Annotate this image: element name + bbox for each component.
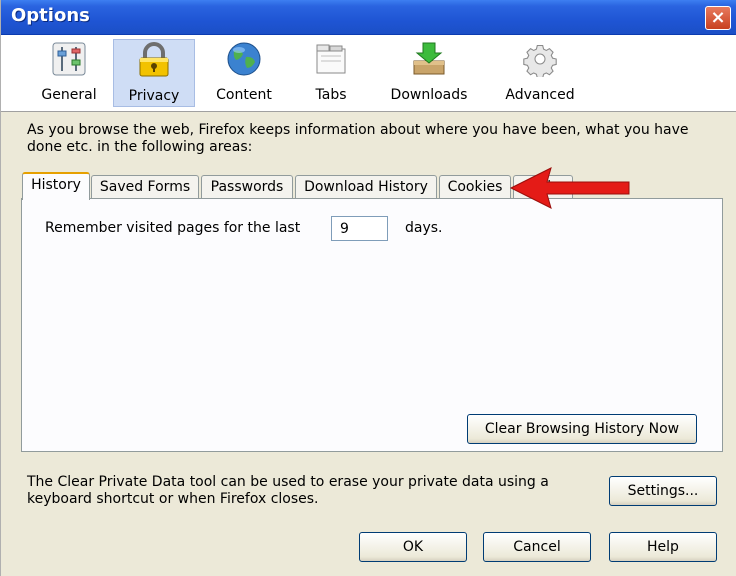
preferences-toolbar: General Privacy Content Tabs Downloads A… [1, 35, 736, 112]
padlock-icon [139, 42, 169, 77]
tab-saved-forms[interactable]: Saved Forms [91, 175, 199, 199]
sliders-icon [52, 42, 86, 76]
clear-browsing-history-button[interactable]: Clear Browsing History Now [467, 414, 697, 444]
history-days-unit: days. [405, 220, 443, 236]
tab-download-history[interactable]: Download History [295, 175, 437, 199]
cancel-button[interactable]: Cancel [483, 532, 591, 562]
clear-private-data-description: The Clear Private Data tool can be used … [27, 474, 549, 507]
tabs-icon [316, 44, 346, 74]
pane-content[interactable]: Content [205, 39, 283, 107]
history-days-input[interactable] [331, 216, 388, 241]
tab-history[interactable]: History [22, 172, 90, 200]
pane-advanced[interactable]: Advanced [493, 39, 587, 107]
globe-icon [227, 42, 261, 76]
settings-button[interactable]: Settings... [609, 476, 717, 506]
pane-downloads[interactable]: Downloads [379, 39, 479, 107]
pane-tabs[interactable]: Tabs [293, 39, 369, 107]
ok-button[interactable]: OK [359, 532, 467, 562]
pane-label: Content [216, 87, 272, 103]
options-window: Options × General Privacy Content Tabs D… [0, 0, 736, 576]
pane-privacy[interactable]: Privacy [113, 39, 195, 107]
tab-passwords[interactable]: Passwords [201, 175, 293, 199]
tab-cookies[interactable]: Cookies [439, 175, 511, 199]
pane-general[interactable]: General [31, 39, 107, 107]
red-arrow-annotation-icon [509, 167, 630, 209]
close-icon: × [710, 7, 726, 28]
window-title: Options [11, 5, 90, 26]
pane-label: Tabs [315, 87, 347, 103]
pane-label: General [41, 87, 97, 103]
gear-icon [523, 44, 557, 77]
help-button[interactable]: Help [609, 532, 717, 562]
privacy-description: As you browse the web, Firefox keeps inf… [27, 122, 689, 155]
pane-label: Privacy [128, 88, 180, 104]
downloads-icon [413, 42, 445, 75]
history-days-label: Remember visited pages for the last [45, 220, 301, 236]
pane-label: Advanced [505, 87, 575, 103]
close-button[interactable]: × [705, 6, 731, 30]
pane-label: Downloads [390, 87, 468, 103]
title-bar: Options × [1, 0, 736, 35]
